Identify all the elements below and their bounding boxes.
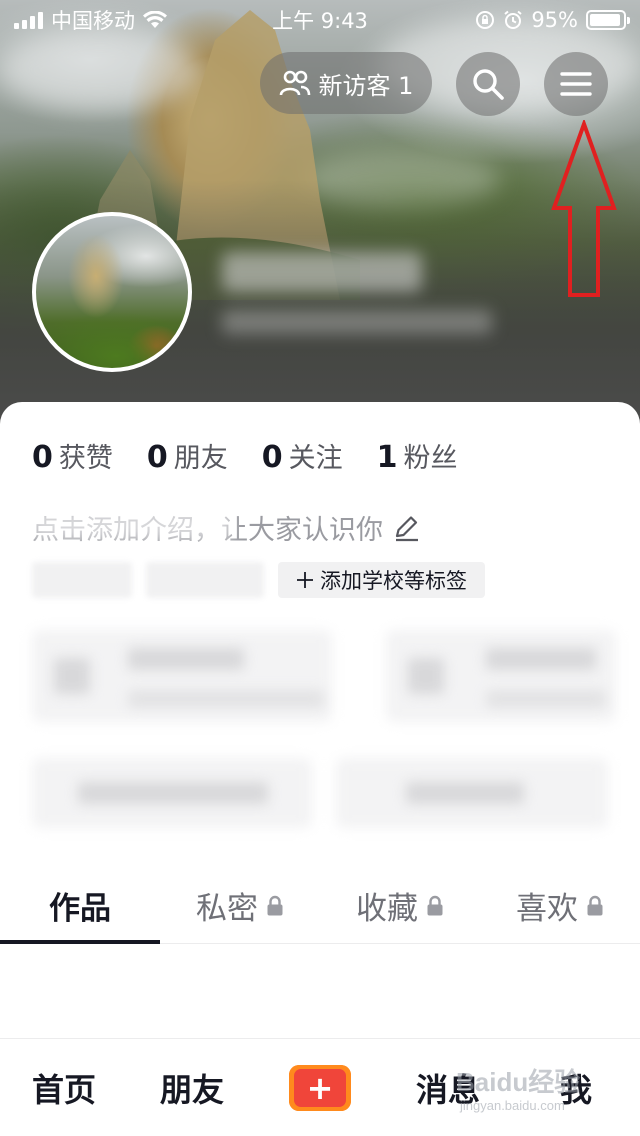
wifi-icon xyxy=(143,11,167,28)
new-visitors-button[interactable]: 新访客 1 xyxy=(260,52,432,114)
add-tag-button[interactable]: 添加学校等标签 xyxy=(278,562,485,598)
stat-following[interactable]: 0 关注 xyxy=(262,436,343,475)
battery-fill xyxy=(590,14,621,26)
watermark-logo: Baidu经验 xyxy=(456,1067,581,1097)
stat-label: 关注 xyxy=(288,443,343,474)
content-tabs: 作品 私密 收藏 喜欢 xyxy=(0,868,640,944)
baidu-watermark: Baidu经验 jingyan.baidu.com xyxy=(456,1060,616,1120)
stat-value: 0 xyxy=(146,440,168,475)
tab-label: 收藏 xyxy=(356,891,418,927)
nav-friends[interactable]: 朋友 xyxy=(128,1065,256,1111)
tab-label: 私密 xyxy=(196,891,258,927)
intro-blur-overlay xyxy=(32,510,232,540)
tab-works[interactable]: 作品 xyxy=(0,868,160,944)
tab-label: 作品 xyxy=(49,891,111,927)
service-card-icon xyxy=(408,658,444,694)
tag-location-blurred[interactable] xyxy=(146,562,264,598)
signal-icon xyxy=(14,11,43,29)
stat-value: 1 xyxy=(376,440,398,475)
stat-followers[interactable]: 1 粉丝 xyxy=(377,436,458,475)
rotation-lock-icon xyxy=(476,11,495,29)
tab-label: 喜欢 xyxy=(516,891,578,927)
alarm-icon xyxy=(504,10,522,29)
user-id-blurred xyxy=(222,310,492,334)
search-button[interactable] xyxy=(456,52,520,116)
carrier-name: 中国移动 xyxy=(51,9,135,33)
plus-icon xyxy=(297,572,313,588)
status-bar: 中国移动 上午 9:43 95% xyxy=(0,0,640,40)
service-card-subtitle xyxy=(128,690,324,708)
edit-profile-label-blurred xyxy=(78,782,268,804)
tab-likes[interactable]: 喜欢 xyxy=(480,868,640,943)
stat-label: 朋友 xyxy=(173,443,228,474)
new-visitors-label: 新访客 1 xyxy=(318,71,414,100)
tags-row: 添加学校等标签 xyxy=(32,562,485,598)
battery-percent: 95% xyxy=(531,8,578,32)
menu-icon xyxy=(560,72,592,96)
annotation-arrow-icon xyxy=(551,120,617,297)
service-card-subtitle xyxy=(486,690,606,708)
add-tag-label: 添加学校等标签 xyxy=(320,569,467,593)
stat-label: 粉丝 xyxy=(403,443,458,474)
service-card-icon xyxy=(54,658,90,694)
battery-icon xyxy=(586,10,630,30)
stat-friends[interactable]: 0 朋友 xyxy=(147,436,228,475)
watermark-url: jingyan.baidu.com xyxy=(460,1098,565,1113)
stats-row: 0 获赞 0 朋友 0 关注 1 粉丝 xyxy=(32,436,458,475)
people-icon xyxy=(279,70,310,96)
menu-button[interactable] xyxy=(544,52,608,116)
nav-create[interactable]: + xyxy=(256,1064,384,1111)
add-friend-label-blurred xyxy=(406,782,524,804)
edit-pencil-icon xyxy=(395,515,418,541)
stat-value: 0 xyxy=(32,440,53,475)
create-plus-icon: + xyxy=(294,1068,346,1107)
lock-icon xyxy=(427,895,443,915)
service-card-title xyxy=(486,648,596,670)
tab-favorites[interactable]: 收藏 xyxy=(320,868,480,943)
stat-value: 0 xyxy=(261,440,283,475)
stat-label: 获赞 xyxy=(58,443,113,474)
tab-private[interactable]: 私密 xyxy=(160,868,320,943)
username-blurred xyxy=(222,252,422,292)
search-icon xyxy=(473,69,504,100)
tag-gender-blurred[interactable] xyxy=(32,562,132,598)
profile-card: 0 获赞 0 朋友 0 关注 1 粉丝 点击添加介绍，让大家认识你 xyxy=(0,402,640,1042)
create-button[interactable]: + xyxy=(289,1064,351,1111)
stat-likes[interactable]: 0 获赞 xyxy=(32,436,113,475)
nav-home[interactable]: 首页 xyxy=(0,1065,128,1111)
lock-icon xyxy=(267,895,283,915)
lock-icon xyxy=(587,895,603,915)
service-card-title xyxy=(128,648,244,670)
avatar[interactable] xyxy=(32,212,192,372)
